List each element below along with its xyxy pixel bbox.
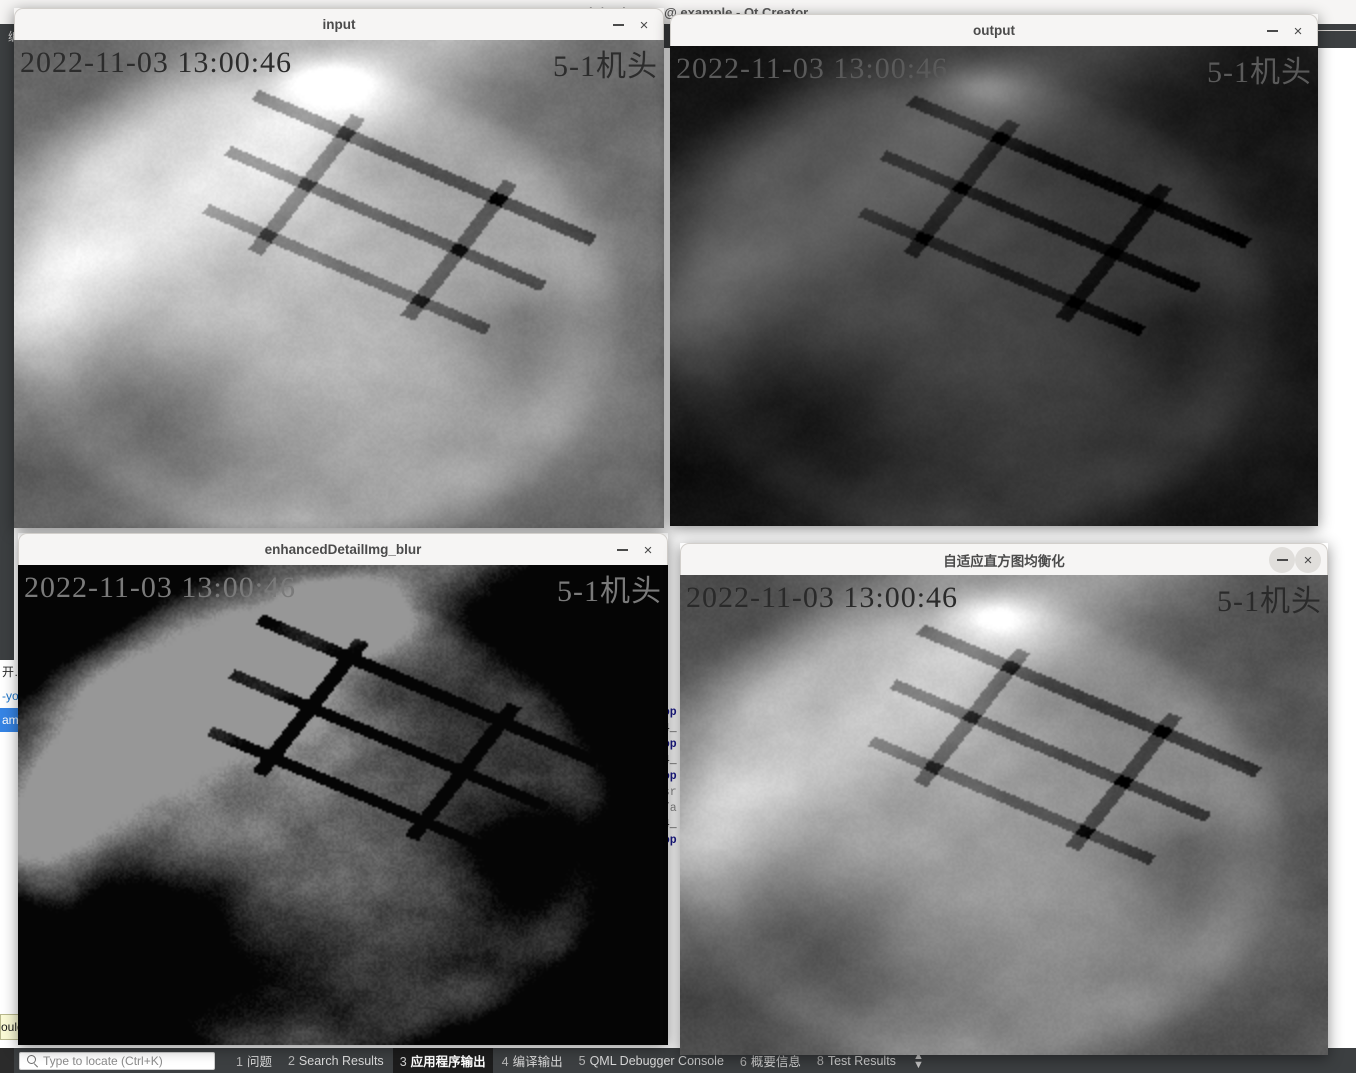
thermal-image — [14, 40, 664, 528]
mode-bar-stub — [0, 1048, 14, 1073]
output-pane-button-2[interactable]: 2 Search Results — [281, 1051, 391, 1071]
pane-label: 问题 — [247, 1055, 272, 1069]
pane-label: 应用程序输出 — [411, 1055, 486, 1069]
image-window-input[interactable]: input × 2022-11-03 13:00:46 5-1机头 — [14, 8, 664, 528]
minimize-icon[interactable] — [605, 12, 631, 38]
locator-input[interactable]: Type to locate (Ctrl+K) — [19, 1052, 215, 1070]
locator-placeholder: Type to locate (Ctrl+K) — [43, 1054, 163, 1068]
minimize-icon[interactable] — [1259, 18, 1285, 44]
image-canvas-area: 2022-11-03 13:00:46 5-1机头 — [14, 40, 664, 528]
window-title-bar[interactable]: input × — [14, 8, 664, 40]
window-title: 自适应直方图均衡化 — [681, 550, 1327, 570]
window-title-bar[interactable]: enhancedDetailImg_blur × — [18, 533, 668, 565]
image-window-enhancedDetailImg_blur[interactable]: enhancedDetailImg_blur × 2022-11-03 13:00:… — [18, 533, 668, 1045]
minimize-icon[interactable] — [1269, 547, 1295, 573]
pane-number: 5 — [579, 1054, 586, 1068]
image-canvas-area: 2022-11-03 13:00:46 5-1机头 — [670, 46, 1318, 526]
pane-label: Search Results — [299, 1054, 384, 1068]
pane-label: Test Results — [828, 1054, 896, 1068]
pane-number: 4 — [502, 1055, 509, 1069]
pane-label: 概要信息 — [751, 1055, 801, 1069]
pane-label: QML Debugger Console — [590, 1054, 724, 1068]
window-controls: × — [605, 9, 657, 41]
pane-number: 8 — [817, 1054, 824, 1068]
close-icon[interactable]: × — [1295, 547, 1321, 573]
image-window-clahe[interactable]: 自适应直方图均衡化 × 2022-11-03 13:00:46 5-1机头 — [680, 543, 1328, 1055]
thermal-image — [670, 46, 1318, 526]
window-title: input — [15, 17, 663, 32]
minimize-icon[interactable] — [609, 537, 635, 563]
image-canvas-area: 2022-11-03 13:00:46 5-1机头 — [680, 575, 1328, 1055]
pane-label: 编译输出 — [513, 1055, 563, 1069]
close-icon[interactable]: × — [635, 537, 661, 563]
window-controls: × — [609, 534, 661, 566]
window-controls: × — [1269, 544, 1321, 576]
image-canvas-area: 2022-11-03 13:00:46 5-1机头 — [18, 565, 668, 1045]
pane-number: 2 — [288, 1054, 295, 1068]
pane-number: 1 — [236, 1055, 243, 1069]
window-title-bar[interactable]: 自适应直方图均衡化 × — [680, 543, 1328, 575]
output-pane-button-4[interactable]: 4 编译输出 — [495, 1048, 570, 1073]
window-title-bar[interactable]: output × — [670, 14, 1318, 46]
thermal-image — [18, 565, 668, 1045]
window-controls: × — [1259, 15, 1311, 47]
image-window-output[interactable]: output × 2022-11-03 13:00:46 5-1机头 — [670, 14, 1318, 526]
output-pane-button-1[interactable]: 1 问题 — [229, 1048, 279, 1073]
search-icon — [25, 1053, 41, 1069]
thermal-image — [680, 575, 1328, 1055]
close-icon[interactable]: × — [1285, 18, 1311, 44]
pane-number: 3 — [400, 1055, 407, 1069]
window-title: output — [671, 23, 1317, 38]
pane-number: 6 — [740, 1055, 747, 1069]
output-pane-button-3[interactable]: 3 应用程序输出 — [393, 1048, 493, 1073]
window-title: enhancedDetailImg_blur — [19, 542, 667, 557]
close-icon[interactable]: × — [631, 12, 657, 38]
